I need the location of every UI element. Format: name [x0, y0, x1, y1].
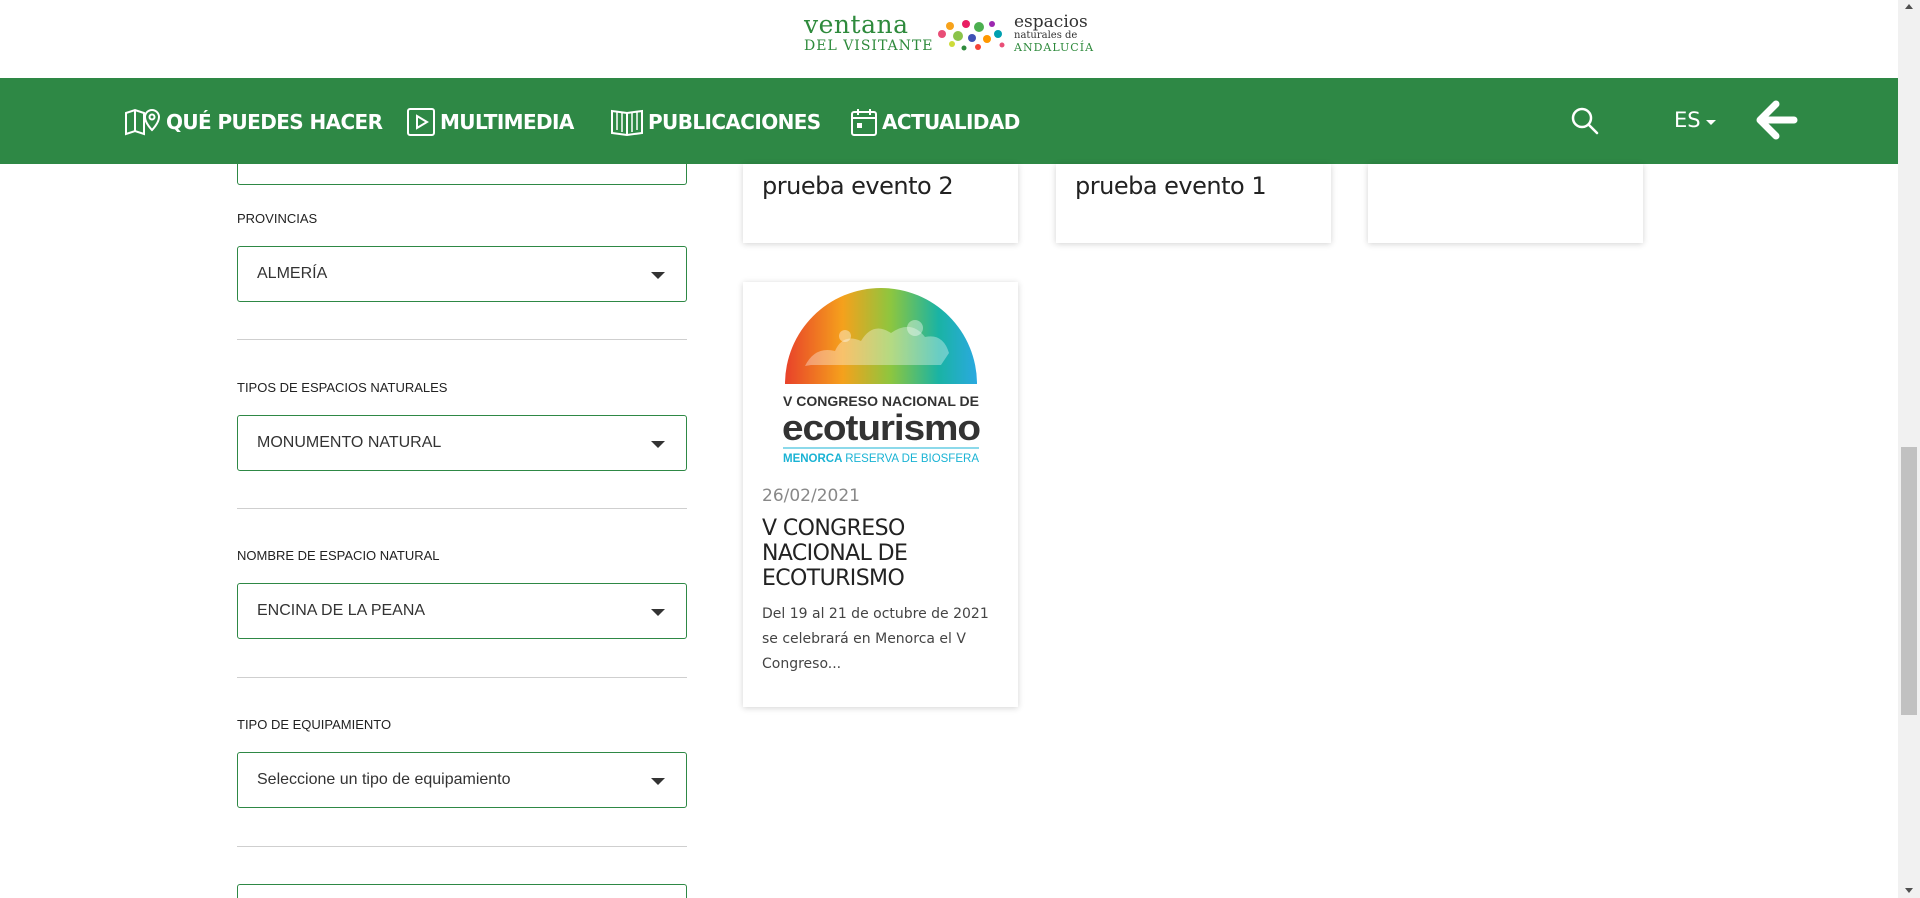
logo-line-1: ventana: [804, 10, 909, 39]
event-card-congreso[interactable]: V CONGRESO NACIONAL DE ecoturismo MENORC…: [743, 282, 1018, 707]
language-selector[interactable]: ES: [1674, 108, 1716, 132]
card-title: V CONGRESO NACIONAL DE ECOTURISMO: [762, 516, 908, 591]
scroll-up-icon[interactable]: [1905, 4, 1913, 9]
main-nav: QUÉ PUEDES HACER MULTIMEDIA PUBLICACIONE…: [0, 78, 1898, 164]
card-description: Del 19 al 21 de octubre de 2021 se celeb…: [762, 606, 989, 672]
select-tipos-espacios[interactable]: MONUMENTO NATURAL: [237, 415, 687, 471]
congreso-ecoturismo-image: V CONGRESO NACIONAL DE ecoturismo MENORC…: [782, 288, 981, 465]
filter-label-provincias: PROVINCIAS: [237, 211, 318, 226]
select-value: ENCINA DE LA PEANA: [257, 602, 426, 619]
flowers-logo-icon: [938, 20, 1005, 51]
divider: [237, 677, 687, 678]
logo-line-2: DEL VISITANTE: [804, 38, 934, 54]
filter-label-tipo-equipamiento: TIPO DE EQUIPAMIENTO: [237, 717, 392, 732]
chevron-down-icon: [1705, 119, 1716, 125]
search-icon[interactable]: [1570, 106, 1600, 136]
caret-down-icon: [651, 441, 665, 448]
svg-text:MENORCA RESERVA DE BIOSFERA: MENORCA RESERVA DE BIOSFERA: [783, 451, 979, 465]
filter-label-nombre-espacio: NOMBRE DE ESPACIO NATURAL: [237, 548, 440, 563]
image-text-line-2: ecoturismo: [782, 407, 980, 448]
logo-right-2: naturales de: [1014, 30, 1078, 41]
caret-down-icon: [651, 272, 665, 279]
event-card[interactable]: prueba evento 2: [743, 164, 1018, 243]
nav-label: ACTUALIDAD: [882, 110, 1020, 134]
language-label: ES: [1674, 108, 1701, 132]
select-value: ALMERÍA: [257, 265, 328, 282]
caret-down-icon: [651, 778, 665, 785]
select-provincias[interactable]: ALMERÍA: [237, 246, 687, 302]
scroll-down-icon[interactable]: [1905, 888, 1913, 893]
logo-right-3: ANDALUCÍA: [1014, 41, 1095, 54]
filter-button-partial[interactable]: [237, 884, 687, 898]
image-text-menorca: MENORCA: [783, 451, 845, 465]
site-logo[interactable]: ventana DEL VISITANTE espacios naturales…: [804, 10, 1096, 55]
divider: [237, 846, 687, 847]
nav-label: QUÉ PUEDES HACER: [166, 110, 383, 134]
site-header: ventana DEL VISITANTE espacios naturales…: [0, 0, 1898, 78]
map-pin-icon: [125, 108, 161, 136]
select-tipo-equipamiento[interactable]: Seleccione un tipo de equipamiento: [237, 752, 687, 808]
select-nombre-espacio[interactable]: ENCINA DE LA PEANA: [237, 583, 687, 639]
divider: [237, 339, 687, 340]
nav-item-publicaciones[interactable]: PUBLICACIONES: [610, 108, 821, 137]
event-card[interactable]: [1368, 164, 1643, 243]
nav-label: MULTIMEDIA: [440, 110, 574, 134]
play-icon: [407, 108, 435, 136]
event-card[interactable]: prueba evento 1: [1056, 164, 1331, 243]
card-date: 26/02/2021: [762, 486, 860, 506]
select-value: MONUMENTO NATURAL: [257, 434, 442, 451]
filter-label-tipos-espacios: TIPOS DE ESPACIOS NATURALES: [237, 380, 448, 395]
nav-item-multimedia[interactable]: MULTIMEDIA: [406, 108, 574, 136]
nav-item-actualidad[interactable]: ACTUALIDAD: [850, 108, 1020, 136]
nav-label: PUBLICACIONES: [648, 110, 821, 134]
arrow-left-icon[interactable]: [1756, 100, 1798, 140]
calendar-icon: [851, 109, 877, 136]
select-value: Seleccione un tipo de equipamiento: [257, 771, 511, 788]
scrollbar-thumb[interactable]: [1901, 447, 1917, 715]
card-title: prueba evento 1: [1075, 172, 1267, 200]
nav-item-que-puedes-hacer[interactable]: QUÉ PUEDES HACER: [124, 108, 383, 136]
book-icon: [611, 109, 643, 137]
caret-down-icon: [651, 609, 665, 616]
filter-input-partial[interactable]: [237, 164, 687, 185]
divider: [237, 508, 687, 509]
logo-right-1: espacios: [1014, 12, 1088, 32]
card-title: prueba evento 2: [762, 172, 954, 200]
image-text-reserva: RESERVA DE BIOSFERA: [845, 451, 979, 465]
